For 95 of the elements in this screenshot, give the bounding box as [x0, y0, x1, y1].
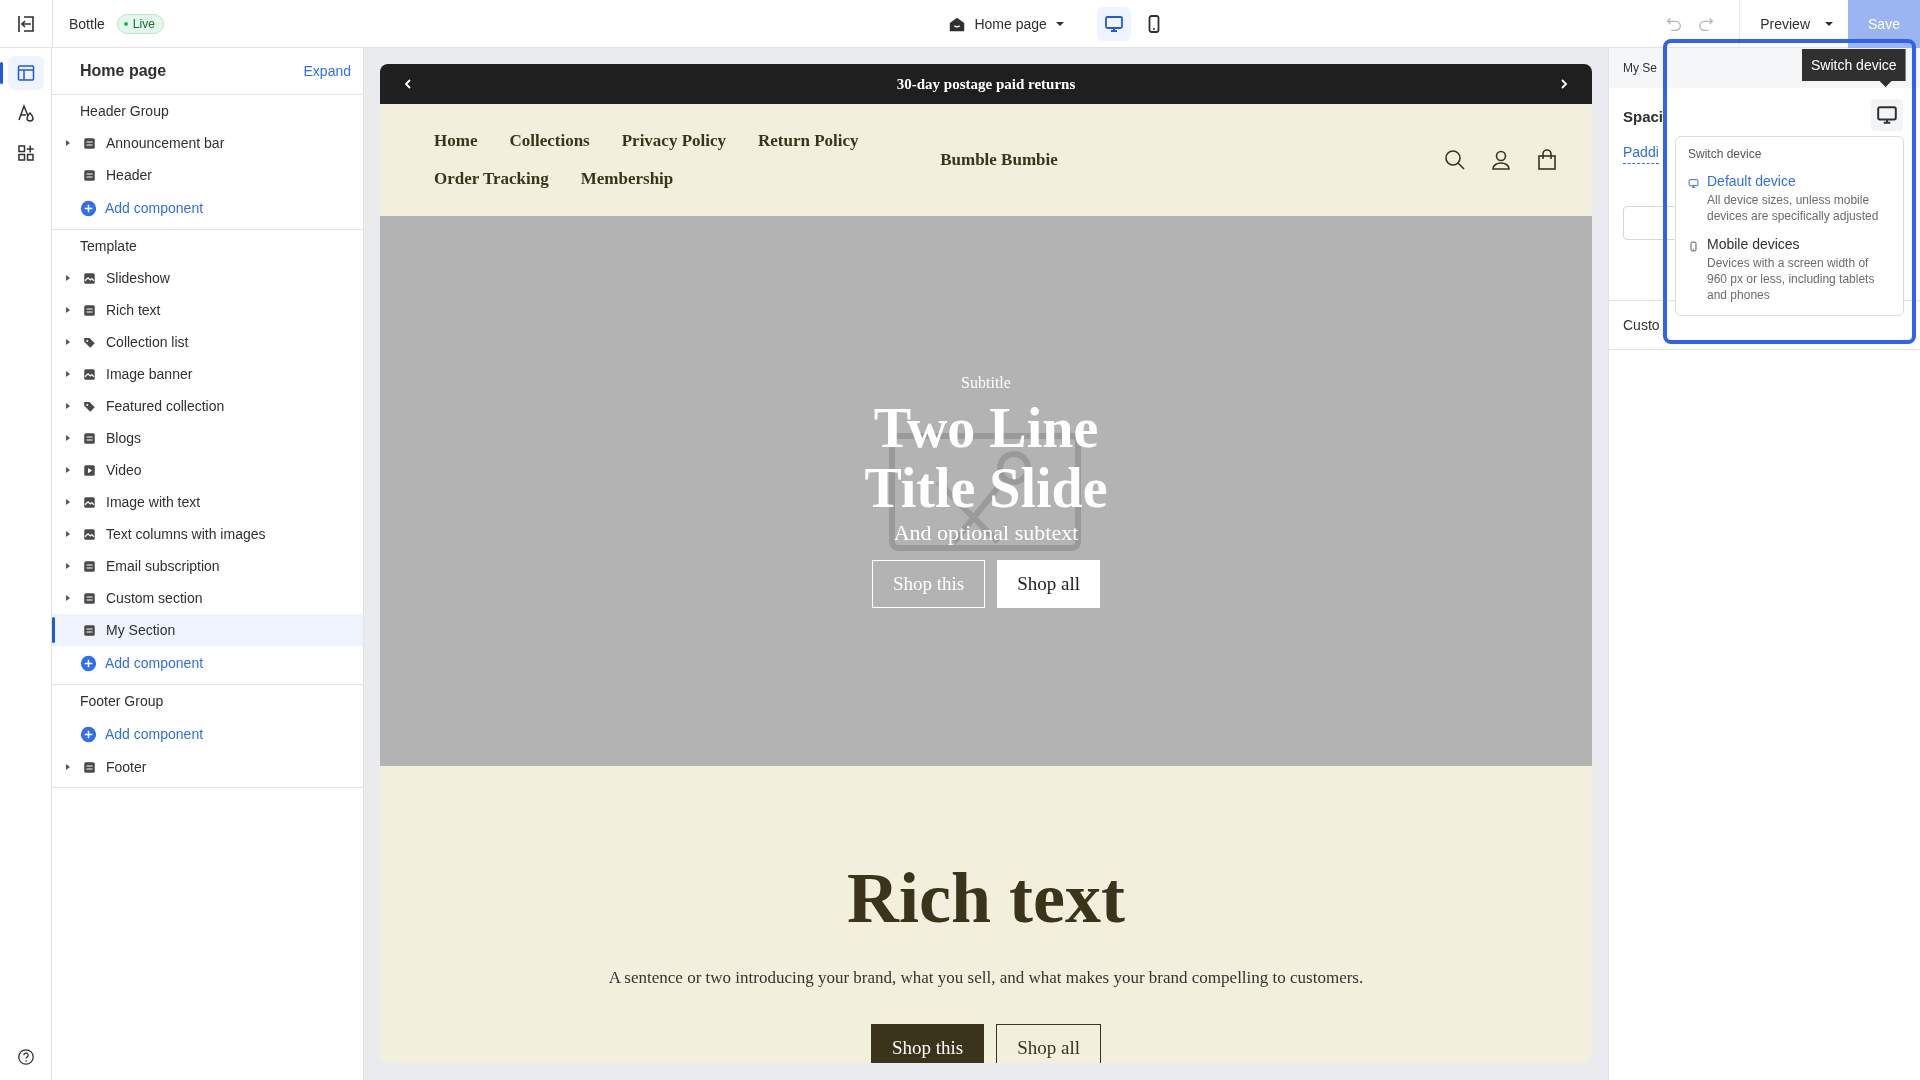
- panel-title: Home page: [80, 62, 167, 80]
- setting-label: Spaci: [1623, 107, 1664, 125]
- caret-icon[interactable]: [64, 594, 72, 602]
- section-item[interactable]: Rich text: [52, 294, 363, 326]
- store-name: Bottle: [69, 15, 105, 32]
- plus-icon: [80, 725, 97, 743]
- help-icon[interactable]: [17, 1048, 35, 1066]
- plus-icon: [80, 654, 97, 672]
- announcement-text: 30-day postage paid returns: [896, 75, 1076, 93]
- shop-button[interactable]: Shop all: [997, 560, 1101, 608]
- section-icon: [82, 590, 97, 606]
- nav-link[interactable]: Home: [434, 131, 478, 151]
- caret-icon[interactable]: [64, 370, 72, 378]
- chevron-icon[interactable]: [1558, 78, 1570, 90]
- section-item[interactable]: Video: [52, 454, 363, 486]
- caret-icon[interactable]: [64, 498, 72, 506]
- section-icon: [82, 302, 97, 318]
- expand-link[interactable]: Expand: [303, 63, 351, 79]
- bag-icon[interactable]: [1536, 149, 1558, 171]
- phone-icon: [1688, 241, 1699, 252]
- section-item[interactable]: Email subscription: [52, 550, 363, 582]
- setting-label: Custo: [1623, 317, 1660, 333]
- page-selector[interactable]: Home page: [942, 10, 1071, 37]
- section-item[interactable]: Collection list: [52, 326, 363, 358]
- preview-button[interactable]: Preview: [1760, 15, 1810, 32]
- caret-icon[interactable]: [64, 274, 72, 282]
- section-icon: [82, 430, 97, 446]
- section-item[interactable]: Custom section: [52, 582, 363, 614]
- caret-icon[interactable]: [64, 763, 72, 771]
- caret-icon[interactable]: [64, 466, 72, 474]
- device-option[interactable]: Default device All device sizes, unless mobile devices are specifically adjusted: [1688, 173, 1891, 224]
- group-heading: Template: [79, 237, 138, 256]
- search-icon[interactable]: [1444, 149, 1466, 171]
- status-badge: Live: [116, 13, 164, 34]
- section-body: A sentence or two introducing your brand, what you sell, and what makes your brand compelling to customers.: [608, 968, 1364, 988]
- menu-title: Switch device: [1688, 147, 1763, 161]
- padding-tab[interactable]: Paddi: [1623, 144, 1659, 164]
- caret-icon[interactable]: [64, 402, 72, 410]
- device-option[interactable]: Mobile devices Devices with a screen width of 960 px or less, including tablets and phones: [1688, 236, 1891, 303]
- section-icon: [82, 135, 97, 151]
- nav-link[interactable]: Membership: [580, 169, 674, 189]
- image-icon: [82, 526, 97, 542]
- caret-icon[interactable]: [64, 434, 72, 442]
- shop-button[interactable]: Shop this: [870, 1024, 985, 1063]
- caret-icon[interactable]: [64, 338, 72, 346]
- caret-icon[interactable]: [64, 530, 72, 538]
- slide-title: Two Line Title Slide: [863, 398, 1109, 518]
- layout-icon: [15, 63, 36, 83]
- apps-icon: [15, 143, 36, 163]
- caret-icon[interactable]: [64, 306, 72, 314]
- section-icon: [82, 558, 97, 574]
- section-item[interactable]: Header: [52, 159, 363, 191]
- desktop-icon: [1103, 13, 1124, 34]
- chevron-icon[interactable]: [402, 78, 414, 90]
- image-icon: [82, 270, 97, 286]
- section-icon: [82, 759, 97, 775]
- section-item[interactable]: Blogs: [52, 422, 363, 454]
- caret-icon[interactable]: [64, 562, 72, 570]
- section-heading: Rich text: [847, 858, 1125, 938]
- nav-link[interactable]: Collections: [509, 131, 590, 151]
- store-brand: Bumble Bumbie: [940, 150, 1058, 170]
- image-icon: [82, 366, 97, 382]
- section-item[interactable]: Image with text: [52, 486, 363, 518]
- plus-icon: [80, 199, 97, 217]
- section-icon: [82, 167, 97, 183]
- play-icon: [82, 462, 97, 478]
- section-title: My Se: [1623, 61, 1657, 75]
- group-heading: Footer Group: [79, 692, 165, 711]
- slide-subtitle: Subtitle: [961, 374, 1011, 392]
- add-component-button[interactable]: Add component: [52, 717, 363, 751]
- exit-icon[interactable]: [16, 13, 36, 34]
- section-item[interactable]: Announcement bar: [52, 127, 363, 159]
- desktop-icon: [1688, 178, 1699, 189]
- paint-icon: [15, 103, 36, 123]
- section-item[interactable]: Slideshow: [52, 262, 363, 294]
- account-icon[interactable]: [1490, 149, 1512, 171]
- device-toggle[interactable]: [1096, 6, 1131, 41]
- section-item[interactable]: Footer: [52, 751, 363, 783]
- section-icon: [82, 622, 97, 638]
- section-item[interactable]: Featured collection: [52, 390, 363, 422]
- nav-link[interactable]: Return Policy: [758, 131, 859, 151]
- add-component-button[interactable]: Add component: [52, 646, 363, 680]
- slide-subtext: And optional subtext: [893, 520, 1079, 546]
- section-item[interactable]: Text columns with images: [52, 518, 363, 550]
- shop-button[interactable]: Shop all: [996, 1024, 1102, 1063]
- section-item[interactable]: My Section: [52, 614, 363, 646]
- image-icon: [82, 494, 97, 510]
- add-component-button[interactable]: Add component: [52, 191, 363, 225]
- device-button[interactable]: [1871, 99, 1903, 131]
- nav-link[interactable]: Privacy Policy: [621, 131, 727, 151]
- desktop-icon: [1876, 104, 1898, 126]
- group-heading: Header Group: [79, 102, 170, 121]
- caret-icon[interactable]: [64, 139, 72, 147]
- nav-link[interactable]: Order Tracking: [434, 169, 549, 189]
- section-item[interactable]: Image banner: [52, 358, 363, 390]
